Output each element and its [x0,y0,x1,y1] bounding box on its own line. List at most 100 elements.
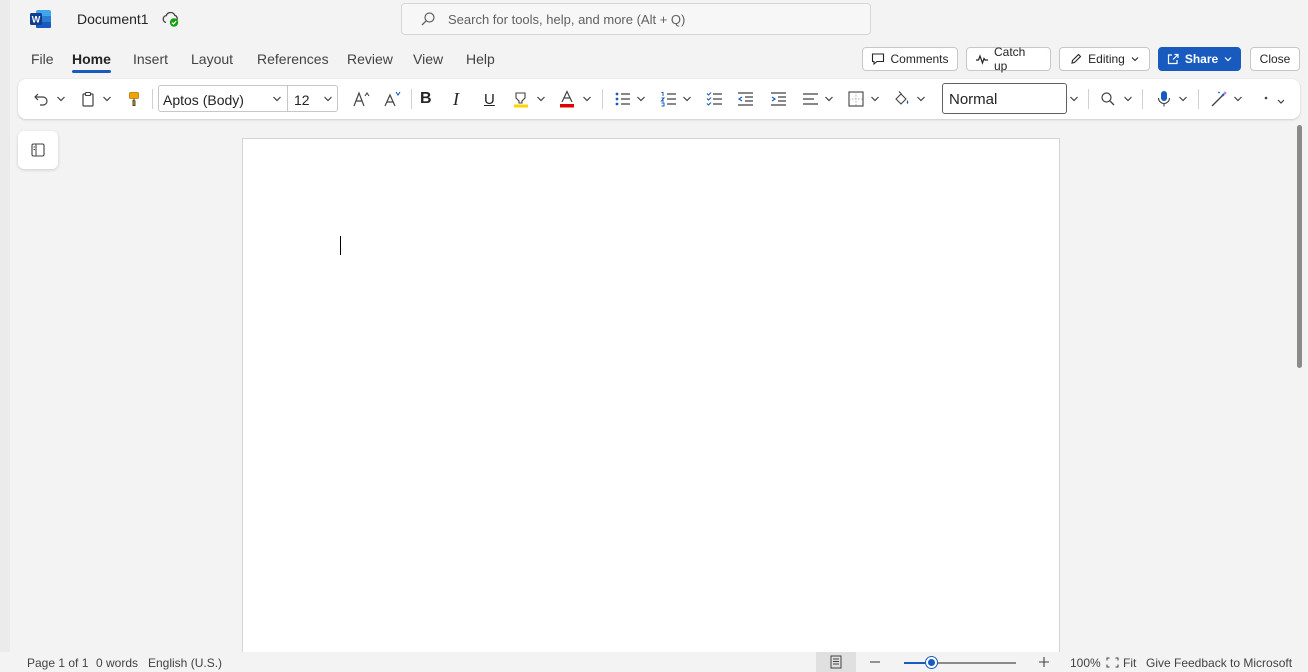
checklist-button[interactable] [706,87,724,111]
paste-button[interactable] [80,87,96,111]
undo-dropdown[interactable] [56,87,66,111]
numbering-button[interactable] [660,87,678,111]
separator [152,89,153,109]
grow-font-icon [353,91,370,107]
font-size-select[interactable]: 12 [294,92,310,108]
align-icon [803,93,818,105]
cloud-check-icon[interactable] [161,10,181,28]
shrink-font-button[interactable] [383,87,403,111]
format-painter-button[interactable] [126,87,142,111]
tab-file[interactable]: File [31,51,54,67]
designer-dropdown[interactable] [1233,87,1243,111]
undo-button[interactable] [33,87,49,111]
font-color-dropdown[interactable] [582,87,592,111]
highlight-button[interactable] [512,87,530,111]
shading-icon [895,91,909,105]
highlight-dropdown[interactable] [536,87,546,111]
dictate-dropdown[interactable] [1178,87,1188,111]
zoom-slider[interactable] [904,657,1016,668]
tab-insert[interactable]: Insert [133,51,168,67]
bullets-icon [615,92,630,106]
print-layout-button[interactable] [816,652,856,672]
font-color-button[interactable] [558,87,576,111]
word-logo-icon[interactable]: W [30,9,52,29]
find-icon [1101,92,1115,106]
catch-up-button[interactable]: Catch up [966,45,1051,73]
checklist-icon [706,92,722,106]
font-name-select[interactable]: Aptos (Body) [163,92,244,108]
editing-mode-button[interactable]: Editing [1059,47,1150,71]
tab-view[interactable]: View [413,51,443,67]
decrease-indent-icon [737,92,753,106]
tab-home[interactable]: Home [72,51,111,73]
chevron-down-icon[interactable] [272,94,282,104]
language-status[interactable]: English (U.S.) [148,656,222,670]
align-button[interactable] [802,87,820,111]
underline-button[interactable]: U [484,87,495,111]
find-button[interactable] [1100,87,1116,111]
shading-button[interactable] [893,87,911,111]
undo-icon [34,93,48,106]
chevron-down-icon [1070,96,1078,102]
chevron-down-icon [537,96,545,102]
fit-button[interactable]: Fit [1123,656,1136,670]
tab-references[interactable]: References [257,51,329,67]
decrease-indent-button[interactable] [737,87,755,111]
word-count[interactable]: 0 words [96,656,138,670]
increase-indent-button[interactable] [770,87,788,111]
search-input[interactable] [448,11,848,27]
italic-button[interactable]: I [453,87,459,111]
chevron-down-icon [583,96,591,102]
close-label: Close [1259,52,1291,66]
separator [1088,89,1089,109]
pencil-icon [1071,53,1082,64]
close-button[interactable]: Close [1250,47,1300,71]
align-dropdown[interactable] [824,87,834,111]
word-logo-letter: W [32,15,41,25]
chevron-down-icon [1124,96,1132,102]
tab-help[interactable]: Help [466,51,495,67]
paste-dropdown[interactable] [102,87,112,111]
zoom-out-icon[interactable] [869,657,881,667]
comments-button[interactable]: Comments [862,47,958,71]
shading-dropdown[interactable] [916,87,926,111]
chevron-down-icon [1234,96,1242,102]
search-bar[interactable] [401,3,871,35]
chevron-down-icon[interactable] [323,94,333,104]
styles-dropdown[interactable] [1069,87,1079,111]
share-button[interactable]: Share [1158,47,1241,71]
bullets-button[interactable] [614,87,632,111]
designer-button[interactable] [1210,87,1228,111]
navigation-pane-icon [31,143,45,157]
editing-label: Editing [1088,52,1125,66]
vertical-scrollbar-thumb[interactable] [1297,125,1302,368]
zoom-slider-thumb[interactable] [925,657,937,668]
feedback-link[interactable]: Give Feedback to Microsoft [1146,656,1292,670]
bold-button[interactable]: B [420,87,432,111]
tab-review[interactable]: Review [347,51,393,67]
catch-up-label: Catch up [994,45,1026,73]
navigation-pane-button[interactable] [18,131,58,169]
borders-dropdown[interactable] [870,87,880,111]
more-options-button[interactable] [1260,87,1284,111]
chevron-down-icon [683,96,691,102]
find-dropdown[interactable] [1123,87,1133,111]
dictate-icon [1157,91,1171,107]
dictate-button[interactable] [1156,87,1172,111]
document-page[interactable] [242,138,1060,658]
fit-icon [1106,657,1119,668]
share-icon [1167,53,1179,65]
page-count[interactable]: Page 1 of 1 [27,656,88,670]
document-title[interactable]: Document1 [77,11,149,27]
left-edge-strip [0,0,10,672]
style-select[interactable]: Normal [942,83,1067,114]
chevron-down-icon [871,96,879,102]
tab-layout[interactable]: Layout [191,51,233,67]
borders-button[interactable] [847,87,865,111]
grow-font-button[interactable] [352,87,372,111]
zoom-in-icon[interactable] [1038,656,1050,668]
zoom-percent[interactable]: 100% [1070,656,1101,670]
separator [1142,89,1143,109]
bullets-dropdown[interactable] [636,87,646,111]
numbering-dropdown[interactable] [682,87,692,111]
